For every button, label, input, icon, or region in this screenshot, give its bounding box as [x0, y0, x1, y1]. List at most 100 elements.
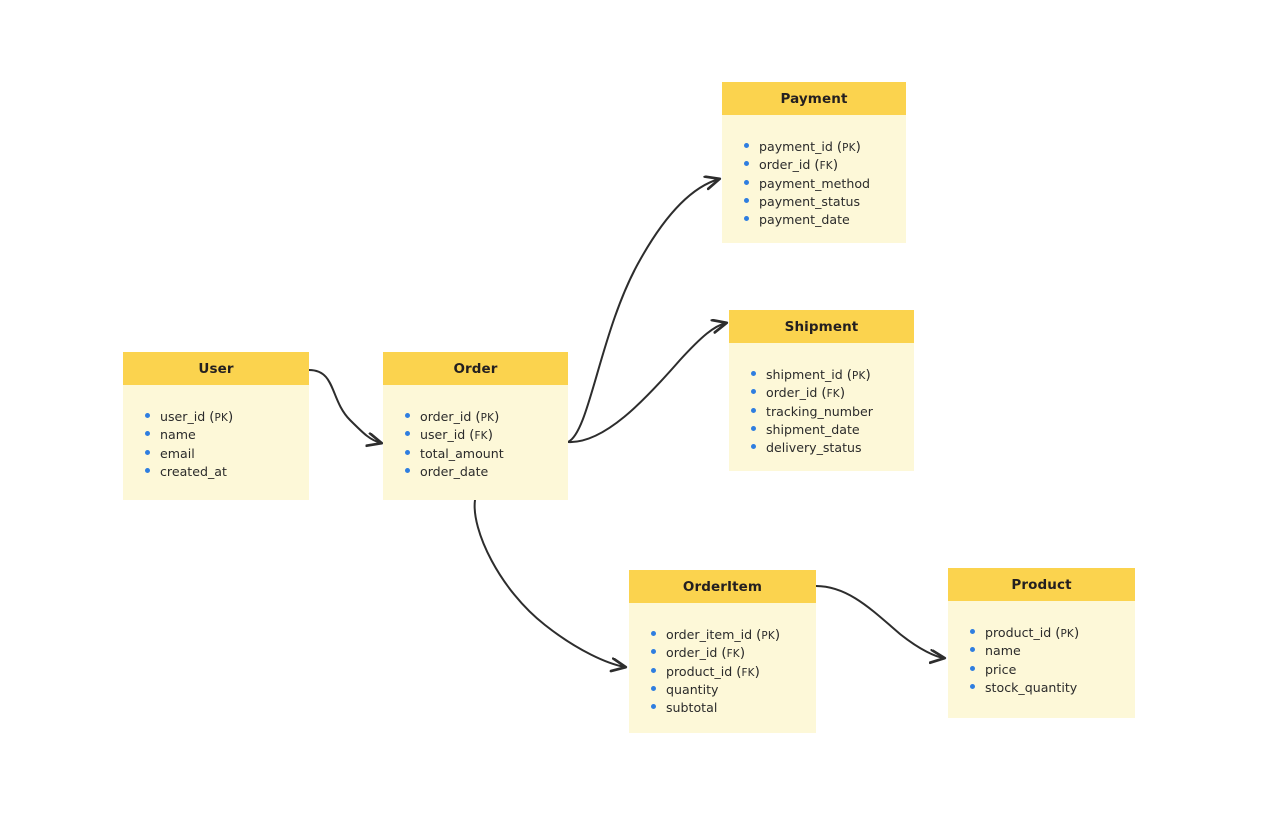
relationship-arrow-order-shipment: [567, 323, 726, 444]
bullet-icon: [970, 665, 975, 671]
entity-order[interactable]: Order order_id (PK) user_id (FK) total_amount…: [383, 352, 568, 500]
attribute-name: order_id: [420, 409, 472, 424]
attribute-name: shipment_id: [766, 367, 843, 382]
attribute-key-label: PK: [1060, 628, 1074, 640]
entity-shipment[interactable]: Shipment shipment_id (PK) order_id (FK) track…: [729, 310, 914, 471]
attribute-key-label: PK: [214, 412, 228, 424]
attribute-item: order_date: [405, 464, 568, 482]
bullet-icon: [751, 389, 756, 395]
bullet-icon: [970, 683, 975, 689]
attribute-name: price: [985, 661, 1017, 677]
bullet-icon: [651, 704, 656, 710]
attribute-key-label: FK: [826, 388, 840, 401]
attribute-item: email: [145, 446, 309, 464]
attribute-item: order_id (FK): [651, 645, 816, 663]
bullet-icon: [651, 631, 656, 636]
entity-title: Shipment: [784, 318, 859, 335]
attribute-key-badge: (FK): [469, 428, 493, 444]
bullet-icon: [744, 197, 749, 203]
attribute-key-label: PK: [761, 630, 775, 642]
bullet-icon: [651, 685, 656, 691]
entity-title: Payment: [780, 90, 848, 107]
attribute-list: order_id (PK) user_id (FK) total_amountorder…: [383, 409, 568, 482]
relationship-arrow-order-orderitem: [473, 499, 625, 667]
attribute-item: name: [145, 427, 309, 445]
attribute-item: payment_method: [744, 176, 906, 194]
bullet-icon: [970, 629, 975, 634]
attribute-item: subtotal: [651, 700, 816, 718]
attribute-key-badge: (PK): [209, 410, 234, 425]
attribute-name: total_amount: [420, 445, 504, 461]
entity-user[interactable]: User user_id (PK) name email created_at: [123, 352, 309, 500]
attribute-name: tracking_number: [766, 403, 873, 419]
entity-payment[interactable]: Payment payment_id (PK) order_id (FK) payment…: [722, 82, 906, 243]
attribute-item: payment_date: [744, 212, 906, 230]
attribute-name: payment_method: [759, 175, 871, 191]
bullet-icon: [145, 449, 150, 455]
attribute-item: shipment_id (PK): [751, 367, 914, 385]
bullet-icon: [744, 161, 749, 167]
attribute-name: product_id: [666, 663, 733, 679]
attribute-name: order_id: [759, 157, 811, 173]
attribute-item: price: [970, 662, 1135, 680]
attribute-name: shipment_date: [766, 421, 860, 437]
attribute-name: created_at: [160, 463, 227, 479]
entity-body-order: order_id (PK) user_id (FK) total_amountorder…: [383, 385, 568, 500]
attribute-item: tracking_number: [751, 404, 914, 422]
entity-header-order: Order: [383, 352, 568, 385]
entity-header-user: User: [123, 352, 309, 385]
attribute-name: email: [160, 445, 195, 461]
attribute-key-label: PK: [852, 370, 866, 382]
entity-product[interactable]: Product product_id (PK) name price stock_quan…: [948, 568, 1135, 718]
attribute-list: payment_id (PK) order_id (FK) payment_method…: [722, 139, 906, 230]
relationship-arrow-orderitem-product: [815, 585, 944, 658]
attribute-key-label: PK: [842, 142, 856, 154]
attribute-name: product_id: [985, 625, 1052, 640]
bullet-icon: [405, 449, 410, 455]
bullet-icon: [405, 413, 410, 418]
attribute-name: stock_quantity: [985, 679, 1078, 695]
attribute-name: user_id: [160, 409, 206, 424]
attribute-name: order_item_id: [666, 627, 753, 642]
bullet-icon: [145, 431, 150, 437]
attribute-name: payment_status: [759, 193, 861, 209]
attribute-item: user_id (FK): [405, 427, 568, 445]
attribute-name: payment_id: [759, 139, 833, 154]
attribute-item: stock_quantity: [970, 680, 1135, 698]
attribute-key-badge: (PK): [756, 628, 781, 643]
bullet-icon: [751, 425, 756, 431]
attribute-item: order_id (FK): [751, 385, 914, 403]
attribute-item: order_id (PK): [405, 409, 568, 427]
attribute-item: quantity: [651, 682, 816, 700]
attribute-key-label: PK: [480, 412, 495, 424]
bullet-icon: [405, 431, 410, 437]
attribute-item: order_id (FK): [744, 157, 906, 175]
bullet-icon: [751, 444, 756, 450]
bullet-icon: [651, 649, 656, 655]
entity-body-orderitem: order_item_id (PK) order_id (FK) product_id(…: [629, 603, 816, 733]
bullet-icon: [751, 407, 756, 413]
bullet-icon: [405, 467, 410, 473]
attribute-list: shipment_id (PK) order_id (FK) tracking_numb…: [729, 367, 914, 458]
entity-header-product: Product: [948, 568, 1135, 601]
attribute-item: product_id (PK): [970, 625, 1135, 643]
entity-header-orderitem: OrderItem: [629, 570, 816, 603]
attribute-key-badge: (FK): [821, 386, 846, 402]
attribute-name: quantity: [666, 681, 719, 697]
bullet-icon: [970, 647, 975, 653]
attribute-key-badge: (PK): [846, 368, 871, 383]
attribute-item: name: [970, 643, 1135, 661]
attribute-item: total_amount: [405, 446, 568, 464]
entity-body-payment: payment_id (PK) order_id (FK) payment_method…: [722, 115, 906, 243]
attribute-list: user_id (PK) name email created_at: [123, 409, 309, 482]
attribute-name: order_id: [766, 385, 818, 401]
attribute-name: name: [985, 643, 1021, 659]
bullet-icon: [744, 216, 749, 222]
entity-body-user: user_id (PK) name email created_at: [123, 385, 309, 500]
entity-orderitem[interactable]: OrderItem order_item_id (PK) order_id (FK) pr…: [629, 570, 816, 733]
attribute-key-badge: (PK): [1055, 626, 1080, 641]
entity-title: Product: [1011, 576, 1072, 593]
attribute-item: user_id (PK): [145, 409, 309, 427]
attribute-key-badge: (FK): [721, 646, 746, 662]
attribute-key-badge: (FK): [814, 158, 839, 174]
